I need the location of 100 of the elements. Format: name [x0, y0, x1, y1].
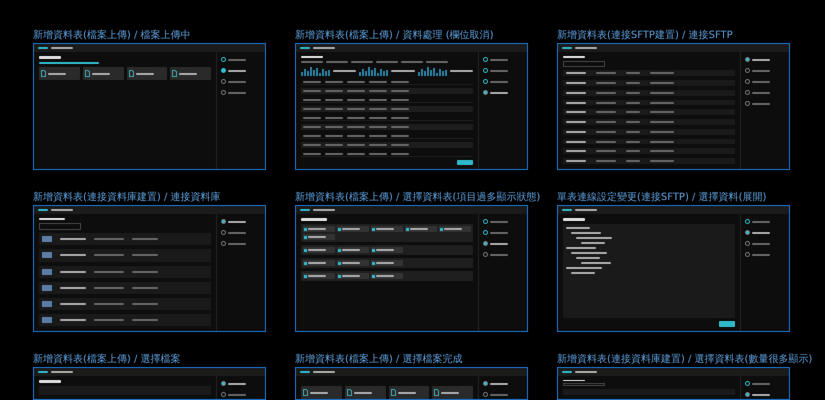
checkbox-icon: [406, 228, 409, 230]
histogram-drawing: [418, 66, 447, 76]
text-line: [650, 72, 674, 74]
text-line: [626, 130, 640, 133]
text-line: [60, 238, 86, 240]
text-line: [376, 262, 394, 264]
text-line: [303, 134, 321, 137]
text-line: [575, 47, 597, 49]
primary-button[interactable]: [457, 160, 473, 165]
text-line: [342, 262, 360, 264]
text-line: [490, 394, 508, 396]
text-line: [752, 254, 770, 256]
text-line: [563, 218, 585, 221]
text-line: [94, 302, 124, 305]
text-line: [490, 382, 508, 384]
text-line: [38, 209, 48, 211]
text-line: [566, 160, 586, 162]
text-line: [626, 150, 640, 152]
text-line: [342, 228, 360, 230]
text-line: [313, 209, 335, 211]
text-line: [581, 262, 611, 264]
text-line: [596, 121, 616, 124]
text-line: [228, 58, 246, 60]
filter-field: [563, 61, 605, 68]
text-line: [596, 150, 616, 152]
text-line: [308, 249, 326, 251]
text-line: [490, 232, 508, 234]
text-line: [303, 90, 321, 92]
text-line: [325, 126, 343, 128]
text-line: [752, 80, 770, 82]
text-line: [650, 140, 674, 143]
text-line: [752, 242, 770, 244]
text-line: [303, 152, 321, 155]
text-line: [303, 126, 321, 128]
text-line: [650, 150, 674, 152]
text-line: [313, 47, 335, 49]
text-line: [376, 249, 394, 251]
text-line: [132, 270, 158, 273]
text-line: [563, 56, 585, 58]
text-line: [752, 394, 770, 396]
text-line: [566, 92, 586, 94]
text-line: [39, 380, 61, 383]
text-line: [325, 116, 343, 119]
text-line: [333, 70, 356, 72]
text-line: [60, 302, 86, 305]
file-icon: [434, 389, 440, 396]
text-line: [132, 286, 158, 289]
text-line: [562, 371, 572, 373]
text-line: [571, 252, 607, 254]
text-line: [752, 92, 770, 94]
text-line: [391, 90, 409, 92]
frame-title: 新增資料表(檔案上傳) / 選擇檔案完成: [295, 354, 463, 366]
text-line: [308, 228, 326, 230]
text-line: [60, 318, 86, 321]
text-line: [347, 90, 365, 92]
text-line: [401, 61, 423, 64]
text-line: [325, 152, 343, 155]
checkbox-icon: [372, 248, 375, 252]
text-line: [596, 82, 616, 84]
text-line: [228, 220, 246, 222]
file-icon: [346, 389, 352, 396]
text-line: [38, 47, 48, 49]
text-line: [347, 80, 365, 83]
text-line: [51, 371, 73, 373]
text-line: [94, 254, 124, 256]
text-line: [300, 47, 310, 49]
text-line: [310, 392, 328, 394]
text-line: [308, 262, 326, 264]
text-line: [94, 286, 124, 289]
text-line: [562, 47, 572, 49]
text-line: [347, 134, 365, 137]
checkbox-icon: [304, 248, 307, 252]
text-line: [308, 275, 326, 277]
text-line: [566, 102, 586, 104]
text-line: [391, 126, 409, 128]
text-line: [347, 108, 365, 110]
file-icon: [303, 389, 308, 396]
text-line: [490, 254, 508, 256]
file-icon: [172, 70, 178, 77]
frame-title: 新增資料表(檔案上傳) / 選擇檔案: [33, 354, 181, 366]
text-line: [391, 80, 409, 83]
text-line: [490, 58, 508, 60]
frame-title: 新增資料表(檔案上傳) / 資料處理 (欄位取消): [295, 30, 494, 42]
text-line: [566, 247, 596, 249]
text-line: [391, 108, 409, 110]
text-line: [752, 382, 770, 384]
text-line: [566, 150, 586, 152]
text-line: [132, 302, 158, 305]
histogram-drawing: [301, 66, 330, 76]
primary-button[interactable]: [719, 321, 735, 327]
text-line: [228, 382, 246, 384]
text-line: [650, 111, 674, 114]
text-line: [369, 90, 387, 92]
text-line: [342, 275, 360, 277]
text-line: [650, 82, 674, 84]
text-line: [300, 371, 310, 373]
text-line: [228, 242, 246, 244]
checkbox-icon: [338, 262, 341, 264]
text-line: [369, 98, 387, 101]
file-icon: [390, 389, 396, 396]
